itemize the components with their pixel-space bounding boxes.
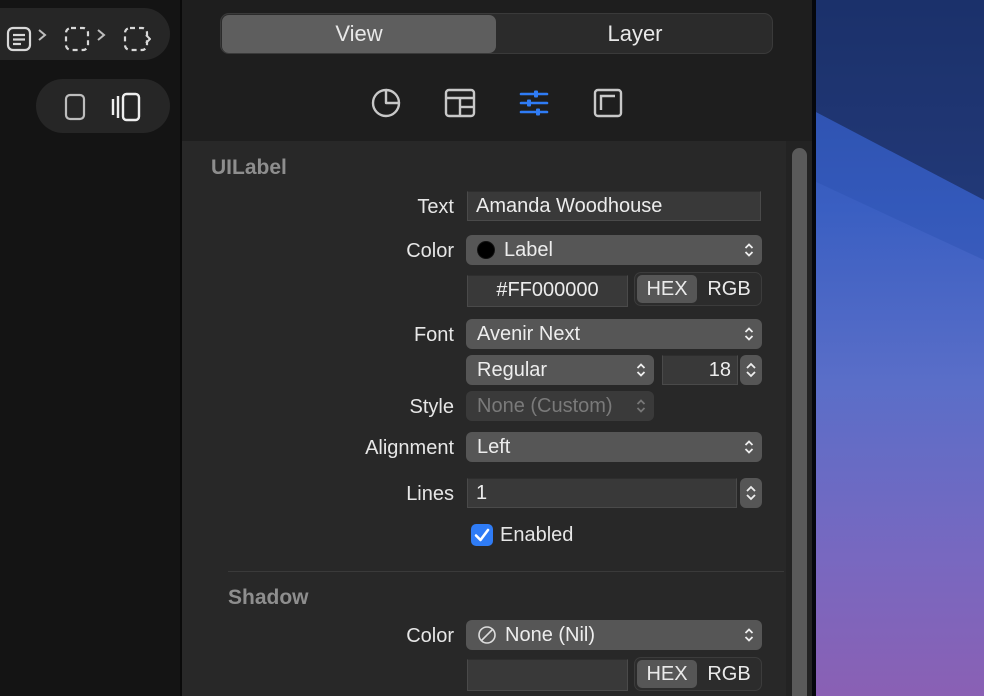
up-down-arrows-icon xyxy=(744,440,754,454)
inspector-panel: View Layer UILabel Text Amanda Woodhouse… xyxy=(182,0,812,696)
section-title-shadow: Shadow xyxy=(228,586,309,609)
color-swatch xyxy=(477,241,495,259)
chevron-right-icon xyxy=(96,28,106,42)
font-label: Font xyxy=(413,324,454,346)
segment-view[interactable]: View xyxy=(222,15,496,53)
checkmark-icon xyxy=(474,528,490,542)
section-title-uilabel: UILabel xyxy=(211,156,287,179)
layout-icon[interactable] xyxy=(443,86,477,120)
document-icon[interactable] xyxy=(6,26,32,57)
left-toolbar xyxy=(0,0,180,696)
shadow-hex-value-field[interactable] xyxy=(467,659,628,691)
hex-toggle-button[interactable]: HEX xyxy=(637,275,697,303)
segment-layer[interactable]: Layer xyxy=(497,15,773,53)
inspector-header: View Layer xyxy=(182,0,812,141)
font-weight-value: Regular xyxy=(477,359,548,381)
phone-icon[interactable] xyxy=(64,93,86,126)
shadow-hex-rgb-toggle: HEX RGB xyxy=(634,657,762,691)
up-down-arrows-icon xyxy=(636,363,646,377)
shadow-rgb-toggle-button[interactable]: RGB xyxy=(699,660,759,688)
rgb-toggle-button[interactable]: RGB xyxy=(699,275,759,303)
text-field[interactable]: Amanda Woodhouse xyxy=(467,191,761,221)
wallpaper-shape xyxy=(812,0,984,260)
desktop-wallpaper xyxy=(812,0,984,696)
enabled-label[interactable]: Enabled xyxy=(500,524,573,547)
shadow-color-popup[interactable]: None (Nil) xyxy=(466,620,762,650)
window-edge xyxy=(812,0,816,696)
device-toggle xyxy=(36,79,170,133)
breadcrumb xyxy=(0,8,170,60)
color-label: Color xyxy=(406,240,454,262)
alignment-value: Left xyxy=(477,436,511,458)
up-down-arrows-icon xyxy=(744,628,754,642)
font-size-field[interactable]: 18 xyxy=(662,355,738,385)
font-family-popup[interactable]: Avenir Next xyxy=(466,319,762,349)
color-popup[interactable]: Label xyxy=(466,235,762,265)
sliders-icon[interactable] xyxy=(517,86,551,120)
alignment-label: Alignment xyxy=(365,437,454,459)
dashed-square-icon[interactable] xyxy=(64,26,90,57)
shadow-color-value: None (Nil) xyxy=(505,624,596,646)
dashed-square-icon[interactable] xyxy=(123,26,152,57)
hex-value-field[interactable]: #FF000000 xyxy=(467,275,628,307)
lines-field[interactable]: 1 xyxy=(467,478,737,508)
hex-rgb-toggle: HEX RGB xyxy=(634,272,762,306)
style-label: Style xyxy=(409,396,454,418)
view-layer-segmented-control: View Layer xyxy=(220,13,773,54)
font-weight-popup[interactable]: Regular xyxy=(466,355,654,385)
up-down-arrows-icon xyxy=(744,327,754,341)
chevron-right-icon xyxy=(37,28,47,42)
text-label: Text xyxy=(417,196,454,218)
section-divider xyxy=(228,571,784,572)
font-family-value: Avenir Next xyxy=(477,323,581,345)
style-popup: None (Custom) xyxy=(466,391,654,421)
style-value: None (Custom) xyxy=(477,395,613,417)
enabled-checkbox[interactable] xyxy=(471,524,493,546)
stepper-arrows-icon xyxy=(746,485,756,501)
lines-stepper[interactable] xyxy=(740,478,762,508)
frame-icon[interactable] xyxy=(591,86,625,120)
shadow-hex-toggle-button[interactable]: HEX xyxy=(637,660,697,688)
shadow-color-label: Color xyxy=(406,625,454,647)
color-value: Label xyxy=(504,239,553,261)
pie-chart-icon[interactable] xyxy=(369,86,403,120)
none-circle-slash-icon xyxy=(478,626,496,644)
stepper-arrows-icon xyxy=(746,362,756,378)
up-down-arrows-icon xyxy=(636,399,646,413)
alignment-popup[interactable]: Left xyxy=(466,432,762,462)
font-size-stepper[interactable] xyxy=(740,355,762,385)
scrollbar-thumb[interactable] xyxy=(792,148,807,696)
lines-label: Lines xyxy=(406,483,454,505)
up-down-arrows-icon xyxy=(744,243,754,257)
carousel-icon[interactable] xyxy=(110,92,142,127)
